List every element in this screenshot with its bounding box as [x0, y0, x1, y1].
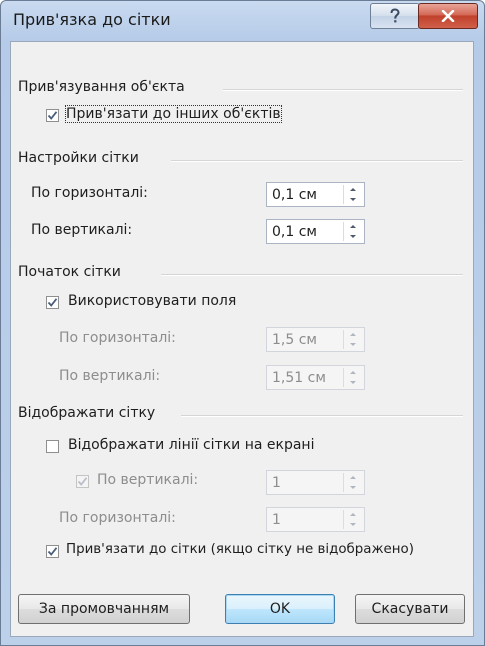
use-margins-checkbox[interactable] — [46, 296, 59, 309]
grid-horizontal-spinner[interactable]: 0,1 см — [266, 182, 365, 207]
snap-to-other-objects-checkbox[interactable] — [46, 109, 59, 122]
spin-down-icon[interactable] — [345, 195, 361, 204]
origin-vertical-label: По вертикалі: — [59, 368, 161, 384]
spin-up-icon[interactable] — [345, 368, 361, 377]
origin-horizontal-spinner[interactable]: 1,5 см — [266, 327, 365, 352]
window-title: Прив'язка до сітки — [13, 10, 171, 29]
help-button[interactable] — [370, 3, 420, 29]
cancel-button-label: Скасувати — [371, 601, 449, 617]
vertical-every-checkbox[interactable] — [76, 475, 89, 488]
grid-vertical-label: По вертикалі: — [31, 222, 133, 238]
separator — [171, 160, 463, 162]
grid-vertical-spinner[interactable]: 0,1 см — [266, 219, 365, 244]
set-default-button[interactable]: За промовчанням — [18, 594, 190, 624]
use-margins-label[interactable]: Використовувати поля — [68, 293, 236, 309]
spin-up-icon[interactable] — [345, 510, 361, 519]
vertical-every-value[interactable]: 1 — [272, 475, 281, 491]
close-x-icon — [441, 10, 455, 22]
separator — [181, 415, 463, 417]
origin-vertical-spinner[interactable]: 1,51 см — [266, 365, 365, 390]
question-mark-icon — [390, 8, 400, 23]
spin-up-icon[interactable] — [345, 185, 361, 194]
spin-down-icon[interactable] — [345, 520, 361, 529]
separator — [161, 274, 463, 276]
grid-horizontal-value[interactable]: 0,1 см — [272, 187, 317, 203]
grid-horizontal-label: По горизонталі: — [31, 185, 148, 201]
spin-down-icon[interactable] — [345, 340, 361, 349]
horizontal-every-label: По горизонталі: — [59, 510, 176, 526]
snap-when-hidden-checkbox[interactable] — [46, 545, 59, 558]
checkmark-icon — [47, 547, 58, 556]
spin-up-icon[interactable] — [345, 222, 361, 231]
horizontal-every-spinner[interactable]: 1 — [266, 507, 365, 532]
set-default-button-label: За промовчанням — [38, 601, 170, 617]
spin-up-icon[interactable] — [345, 330, 361, 339]
spin-up-icon[interactable] — [345, 473, 361, 482]
group-title-grid-settings: Настройки сітки — [18, 150, 139, 166]
separator — [223, 89, 463, 91]
checkmark-icon — [47, 298, 58, 307]
spin-down-icon[interactable] — [345, 378, 361, 387]
display-gridlines-label[interactable]: Відображати лінії сітки на екрані — [68, 437, 314, 453]
close-button[interactable] — [418, 3, 478, 29]
snap-when-hidden-label[interactable]: Прив'язати до сітки (якщо сітку не відоб… — [66, 542, 414, 557]
vertical-every-label: По вертикалі: — [97, 472, 199, 488]
group-title-snap-objects: Прив'язування об'єкта — [18, 79, 185, 95]
title-bar[interactable]: Прив'язка до сітки — [1, 1, 484, 41]
ok-button-label: OK — [269, 601, 291, 617]
checkmark-icon — [77, 477, 88, 486]
horizontal-every-value[interactable]: 1 — [272, 512, 281, 528]
dialog-body: Прив'язування об'єкта Прив'язати до інши… — [10, 41, 474, 637]
origin-horizontal-value[interactable]: 1,5 см — [272, 332, 317, 348]
spin-down-icon[interactable] — [345, 483, 361, 492]
grid-vertical-value[interactable]: 0,1 см — [272, 224, 317, 240]
origin-vertical-value[interactable]: 1,51 см — [272, 370, 326, 386]
checkmark-icon — [47, 111, 58, 120]
group-title-show-grid: Відображати сітку — [18, 405, 156, 421]
spin-down-icon[interactable] — [345, 232, 361, 241]
snap-to-other-objects-label[interactable]: Прив'язати до інших об'єктів — [65, 105, 282, 123]
group-title-grid-origin: Початок сітки — [18, 264, 121, 280]
ok-button[interactable]: OK — [225, 594, 335, 624]
origin-horizontal-label: По горизонталі: — [59, 330, 176, 346]
vertical-every-spinner[interactable]: 1 — [266, 470, 365, 495]
snap-to-grid-dialog: Прив'язка до сітки Прив'язування об'єкта… — [0, 0, 485, 646]
display-gridlines-checkbox[interactable] — [46, 440, 59, 453]
cancel-button[interactable]: Скасувати — [355, 594, 465, 624]
